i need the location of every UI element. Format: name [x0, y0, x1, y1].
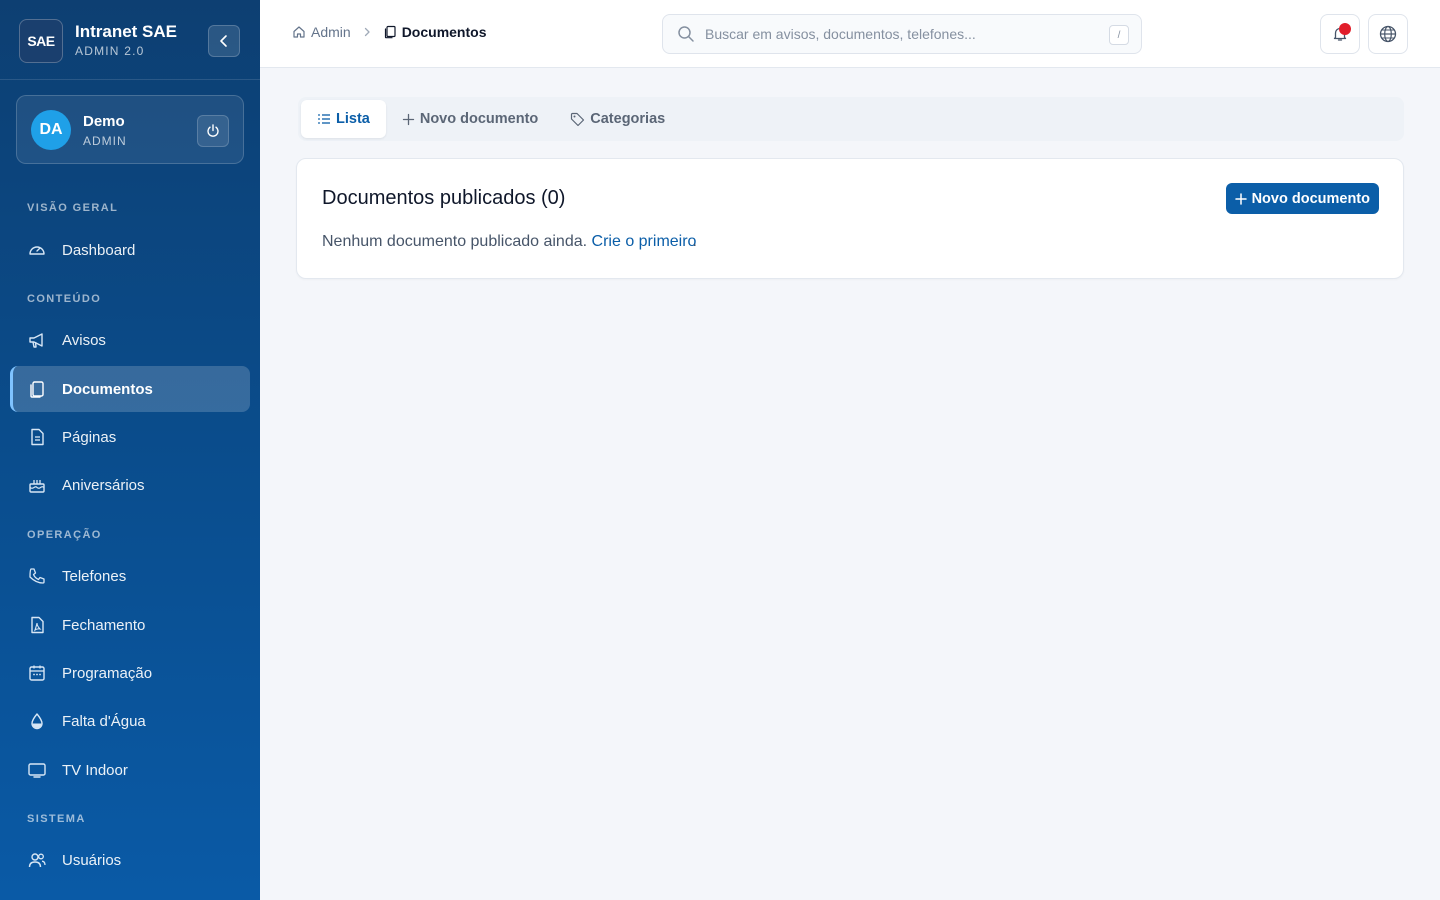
sidebar-item-avisos[interactable]: Avisos — [10, 317, 250, 363]
plus-icon — [402, 113, 414, 125]
sidebar-item-label: Documentos — [62, 380, 153, 398]
sidebar-item-label: Avisos — [62, 331, 106, 349]
sidebar-item-label: Fechamento — [62, 616, 146, 634]
global-search: / — [662, 14, 1142, 54]
avatar: DA — [31, 110, 71, 150]
search-shortcut-key: / — [1109, 25, 1129, 45]
phone-icon — [26, 565, 48, 587]
tab-label: Lista — [336, 111, 370, 127]
search-input[interactable] — [705, 26, 1095, 42]
document-tabs: Lista Novo documento Categorias — [298, 97, 1404, 141]
language-button[interactable] — [1368, 14, 1408, 54]
top-bar: Admin Documentos / — [260, 0, 1440, 68]
chevron-right-icon — [361, 26, 373, 38]
gauge-icon — [26, 239, 48, 261]
empty-state-text: Nenhum documento publicado ainda. — [322, 233, 588, 250]
breadcrumb-label: Documentos — [401, 24, 487, 40]
user-role: ADMIN — [83, 134, 127, 148]
brand-header: SAE Intranet SAE ADMIN 2.0 — [0, 0, 260, 80]
section-label-conteudo: CONTEÚDO — [27, 293, 102, 305]
new-document-button-label: Novo documento — [1251, 190, 1370, 207]
tab-novo-documento[interactable]: Novo documento — [386, 100, 554, 138]
user-card: DA Demo ADMIN — [16, 95, 244, 164]
tab-categorias[interactable]: Categorias — [554, 100, 681, 138]
sidebar: SAE Intranet SAE ADMIN 2.0 DA Demo ADMIN… — [0, 0, 260, 900]
empty-state-suffix: . — [692, 233, 697, 250]
notification-badge — [1339, 23, 1351, 35]
breadcrumb-item-documentos: Documentos — [383, 24, 487, 40]
water-drop-icon — [26, 710, 48, 732]
tag-icon — [571, 112, 585, 126]
search-icon — [678, 26, 694, 42]
sidebar-item-documentos[interactable]: Documentos — [10, 366, 250, 412]
users-icon — [26, 849, 48, 871]
sidebar-item-label: Telefones — [62, 567, 127, 585]
user-name: Demo — [83, 113, 125, 130]
section-label-operacao: OPERAÇÃO — [27, 529, 102, 541]
logout-button[interactable] — [197, 115, 229, 147]
sidebar-item-label: TV Indoor — [62, 761, 128, 779]
new-document-button[interactable]: Novo documento — [1225, 183, 1379, 214]
section-label-sistema: SISTEMA — [27, 813, 86, 825]
published-documents-card: Documentos publicados (0) Novo documento… — [296, 158, 1404, 279]
sidebar-item-dashboard[interactable]: Dashboard — [10, 227, 250, 273]
sidebar-item-fechamento[interactable]: Fechamento — [10, 602, 250, 648]
sidebar-item-falta-dagua[interactable]: Falta d'Água — [10, 698, 250, 744]
create-first-link[interactable]: Crie o primeiro — [592, 233, 697, 250]
sidebar-item-label: Usuários — [62, 851, 122, 869]
tab-label: Categorias — [590, 111, 666, 127]
calendar-icon — [26, 662, 48, 684]
brand-logo-text: SAE — [27, 33, 55, 49]
list-icon — [318, 114, 330, 124]
sidebar-item-telefones[interactable]: Telefones — [10, 553, 250, 599]
pdf-file-icon — [26, 614, 48, 636]
sidebar-item-label: Programação — [62, 664, 153, 682]
tab-label: Novo documento — [419, 111, 539, 127]
card-title: Documentos publicados (0) — [322, 187, 566, 209]
sidebar-item-label: Aniversários — [62, 476, 145, 494]
breadcrumb-label: Admin — [311, 24, 351, 40]
page-icon — [26, 426, 48, 448]
documents-icon — [384, 25, 396, 39]
section-label-visao-geral: VISÃO GERAL — [27, 202, 119, 214]
documents-icon — [26, 378, 48, 400]
sidebar-item-tv-indoor[interactable]: TV Indoor — [10, 747, 250, 793]
brand-subtitle: ADMIN 2.0 — [75, 44, 145, 58]
collapse-sidebar-button[interactable] — [208, 25, 240, 57]
sidebar-item-label: Falta d'Água — [62, 712, 146, 730]
sidebar-item-label: Dashboard — [62, 241, 136, 259]
sidebar-item-label: Páginas — [62, 428, 117, 446]
tv-icon — [26, 759, 48, 781]
cake-icon — [26, 474, 48, 496]
empty-state-message: Nenhum documento publicado ainda. Crie o… — [322, 233, 697, 251]
chevron-left-icon — [220, 35, 227, 47]
sidebar-item-aniversarios[interactable]: Aniversários — [10, 462, 250, 508]
tab-lista[interactable]: Lista — [301, 100, 386, 138]
megaphone-icon — [26, 329, 48, 351]
sidebar-item-usuarios[interactable]: Usuários — [10, 837, 250, 883]
sidebar-item-paginas[interactable]: Páginas — [10, 414, 250, 460]
sidebar-item-programacao[interactable]: Programação — [10, 650, 250, 696]
notifications-button[interactable] — [1320, 14, 1360, 54]
breadcrumb: Admin Documentos — [292, 24, 486, 40]
breadcrumb-item-admin[interactable]: Admin — [292, 24, 351, 40]
brand-logo: SAE — [19, 19, 63, 63]
power-icon — [207, 124, 219, 137]
plus-icon — [1234, 192, 1247, 205]
brand-title: Intranet SAE — [75, 22, 178, 41]
home-icon — [293, 26, 305, 38]
globe-icon — [1379, 25, 1397, 43]
